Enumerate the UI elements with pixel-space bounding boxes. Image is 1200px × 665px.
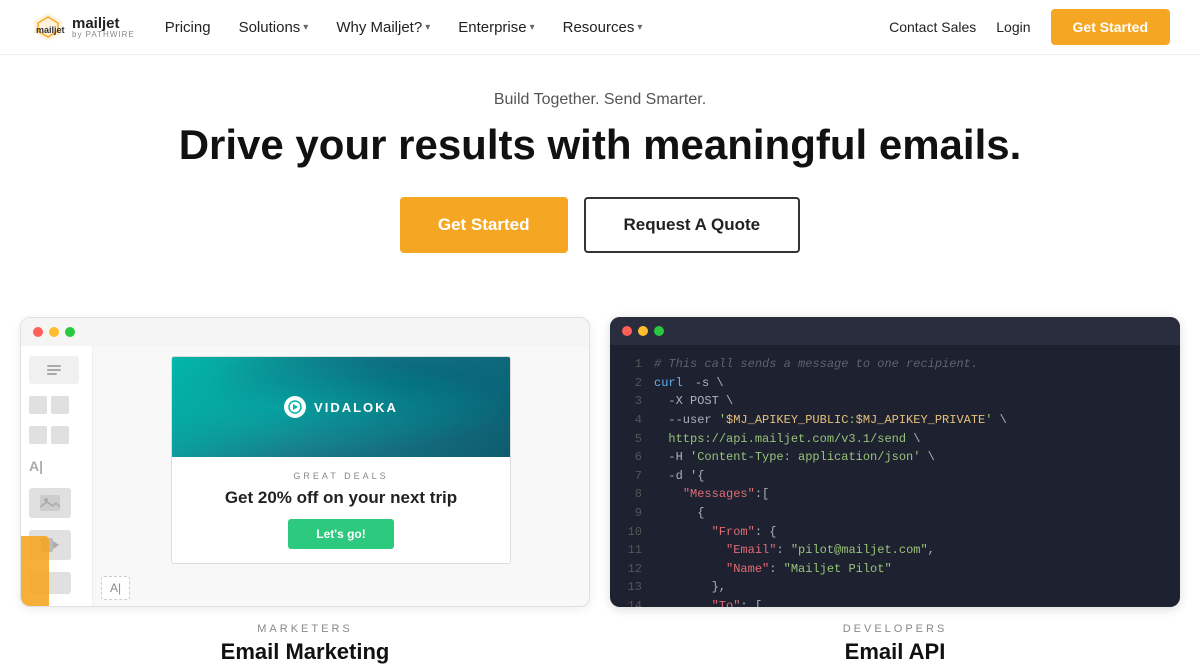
code-card-header [610, 317, 1180, 345]
code-line-4: 4 --user '$MJ_APIKEY_PUBLIC:$MJ_APIKEY_P… [626, 411, 1164, 430]
vidaloka-icon [284, 396, 306, 418]
block-icon-1 [29, 396, 47, 414]
code-line-14: 14 "To": [ [626, 597, 1164, 607]
nav-right: Contact Sales Login Get Started [889, 9, 1170, 45]
vidaloka-name: VIDALOKA [314, 400, 398, 415]
email-builder-card: A| VIDALOKA [20, 317, 590, 607]
code-line-2: 2curl -s \ [626, 374, 1164, 393]
code-line-8: 8 "Messages":[ [626, 485, 1164, 504]
dot-green [65, 327, 75, 337]
email-canvas: VIDALOKA GREAT DEALS Get 20% off on your… [93, 346, 589, 607]
developers-label: DEVELOPERS Email API [610, 623, 1180, 665]
text-tool-icon: A| [29, 456, 84, 476]
hero-get-started-button[interactable]: Get Started [400, 197, 568, 253]
hero-quote-button[interactable]: Request A Quote [584, 197, 801, 253]
nav-why-mailjet[interactable]: Why Mailjet? ▾ [336, 19, 430, 36]
email-card-header [21, 318, 589, 346]
email-card-body: A| VIDALOKA [21, 346, 589, 607]
code-line-3: 3 -X POST \ [626, 392, 1164, 411]
image-tool-icon [29, 488, 71, 518]
bottom-labels: MARKETERS Email Marketing DEVELOPERS Ema… [0, 607, 1200, 665]
svg-text:mailjet: mailjet [36, 25, 65, 35]
lets-go-button[interactable]: Let's go! [288, 519, 394, 549]
nav-get-started-button[interactable]: Get Started [1051, 9, 1170, 45]
code-line-7: 7 -d '{ [626, 467, 1164, 486]
code-line-5: 5 https://api.mailjet.com/v3.1/send \ [626, 430, 1164, 449]
code-line-9: 9 { [626, 504, 1164, 523]
login-button[interactable]: Login [996, 19, 1030, 35]
block-icon-4 [51, 426, 69, 444]
code-card: 1# This call sends a message to one reci… [610, 317, 1180, 607]
email-body: GREAT DEALS Get 20% off on your next tri… [172, 457, 510, 563]
navbar: mailjet mailjet by PATHWIRE Pricing Solu… [0, 0, 1200, 55]
block-icon-3 [29, 426, 47, 444]
nav-solutions[interactable]: Solutions ▾ [239, 19, 309, 36]
code-body: 1# This call sends a message to one reci… [610, 345, 1180, 607]
deal-title: Get 20% off on your next trip [190, 487, 492, 509]
text-block-tool: A| [101, 576, 130, 600]
code-dot-red [622, 326, 632, 336]
orange-accent-shape [21, 536, 49, 606]
email-marketing-title: Email Marketing [20, 639, 590, 665]
cards-row: A| VIDALOKA [0, 317, 1200, 607]
email-header-image: VIDALOKA [172, 357, 510, 457]
email-api-title: Email API [610, 639, 1180, 665]
hero-title: Drive your results with meaningful email… [20, 121, 1180, 169]
nav-links: Pricing Solutions ▾ Why Mailjet? ▾ Enter… [165, 19, 889, 36]
hero-subtitle: Build Together. Send Smarter. [20, 91, 1180, 109]
code-dot-green [654, 326, 664, 336]
marketers-label: MARKETERS Email Marketing [20, 623, 590, 665]
vidaloka-logo: VIDALOKA [284, 396, 398, 418]
code-line-12: 12 "Name": "Mailjet Pilot" [626, 560, 1164, 579]
logo-sub: by PATHWIRE [72, 31, 135, 39]
code-dot-yellow [638, 326, 648, 336]
dot-yellow [49, 327, 59, 337]
nav-enterprise[interactable]: Enterprise ▾ [458, 19, 534, 36]
hero-buttons: Get Started Request A Quote [20, 197, 1180, 253]
code-line-1: 1# This call sends a message to one reci… [626, 355, 1164, 374]
nav-pricing[interactable]: Pricing [165, 19, 211, 36]
toolbar-blocks-2 [29, 426, 84, 444]
contact-sales-link[interactable]: Contact Sales [889, 19, 976, 35]
code-line-13: 13 }, [626, 578, 1164, 597]
hero-section: Build Together. Send Smarter. Drive your… [0, 55, 1200, 317]
code-line-6: 6 -H 'Content-Type: application/json' \ [626, 448, 1164, 467]
code-line-11: 11 "Email": "pilot@mailjet.com", [626, 541, 1164, 560]
nav-resources[interactable]: Resources ▾ [563, 19, 643, 36]
marketers-category: MARKETERS [20, 623, 590, 635]
text-block-label: A| [110, 581, 121, 595]
toolbar-dropdown [29, 356, 79, 384]
email-preview: VIDALOKA GREAT DEALS Get 20% off on your… [171, 356, 511, 564]
dot-red [33, 327, 43, 337]
great-deals-label: GREAT DEALS [190, 471, 492, 481]
logo[interactable]: mailjet mailjet by PATHWIRE [30, 9, 135, 45]
logo-name: mailjet [72, 16, 135, 31]
code-line-10: 10 "From": { [626, 523, 1164, 542]
developers-category: DEVELOPERS [610, 623, 1180, 635]
toolbar-blocks [29, 396, 84, 414]
block-icon-2 [51, 396, 69, 414]
